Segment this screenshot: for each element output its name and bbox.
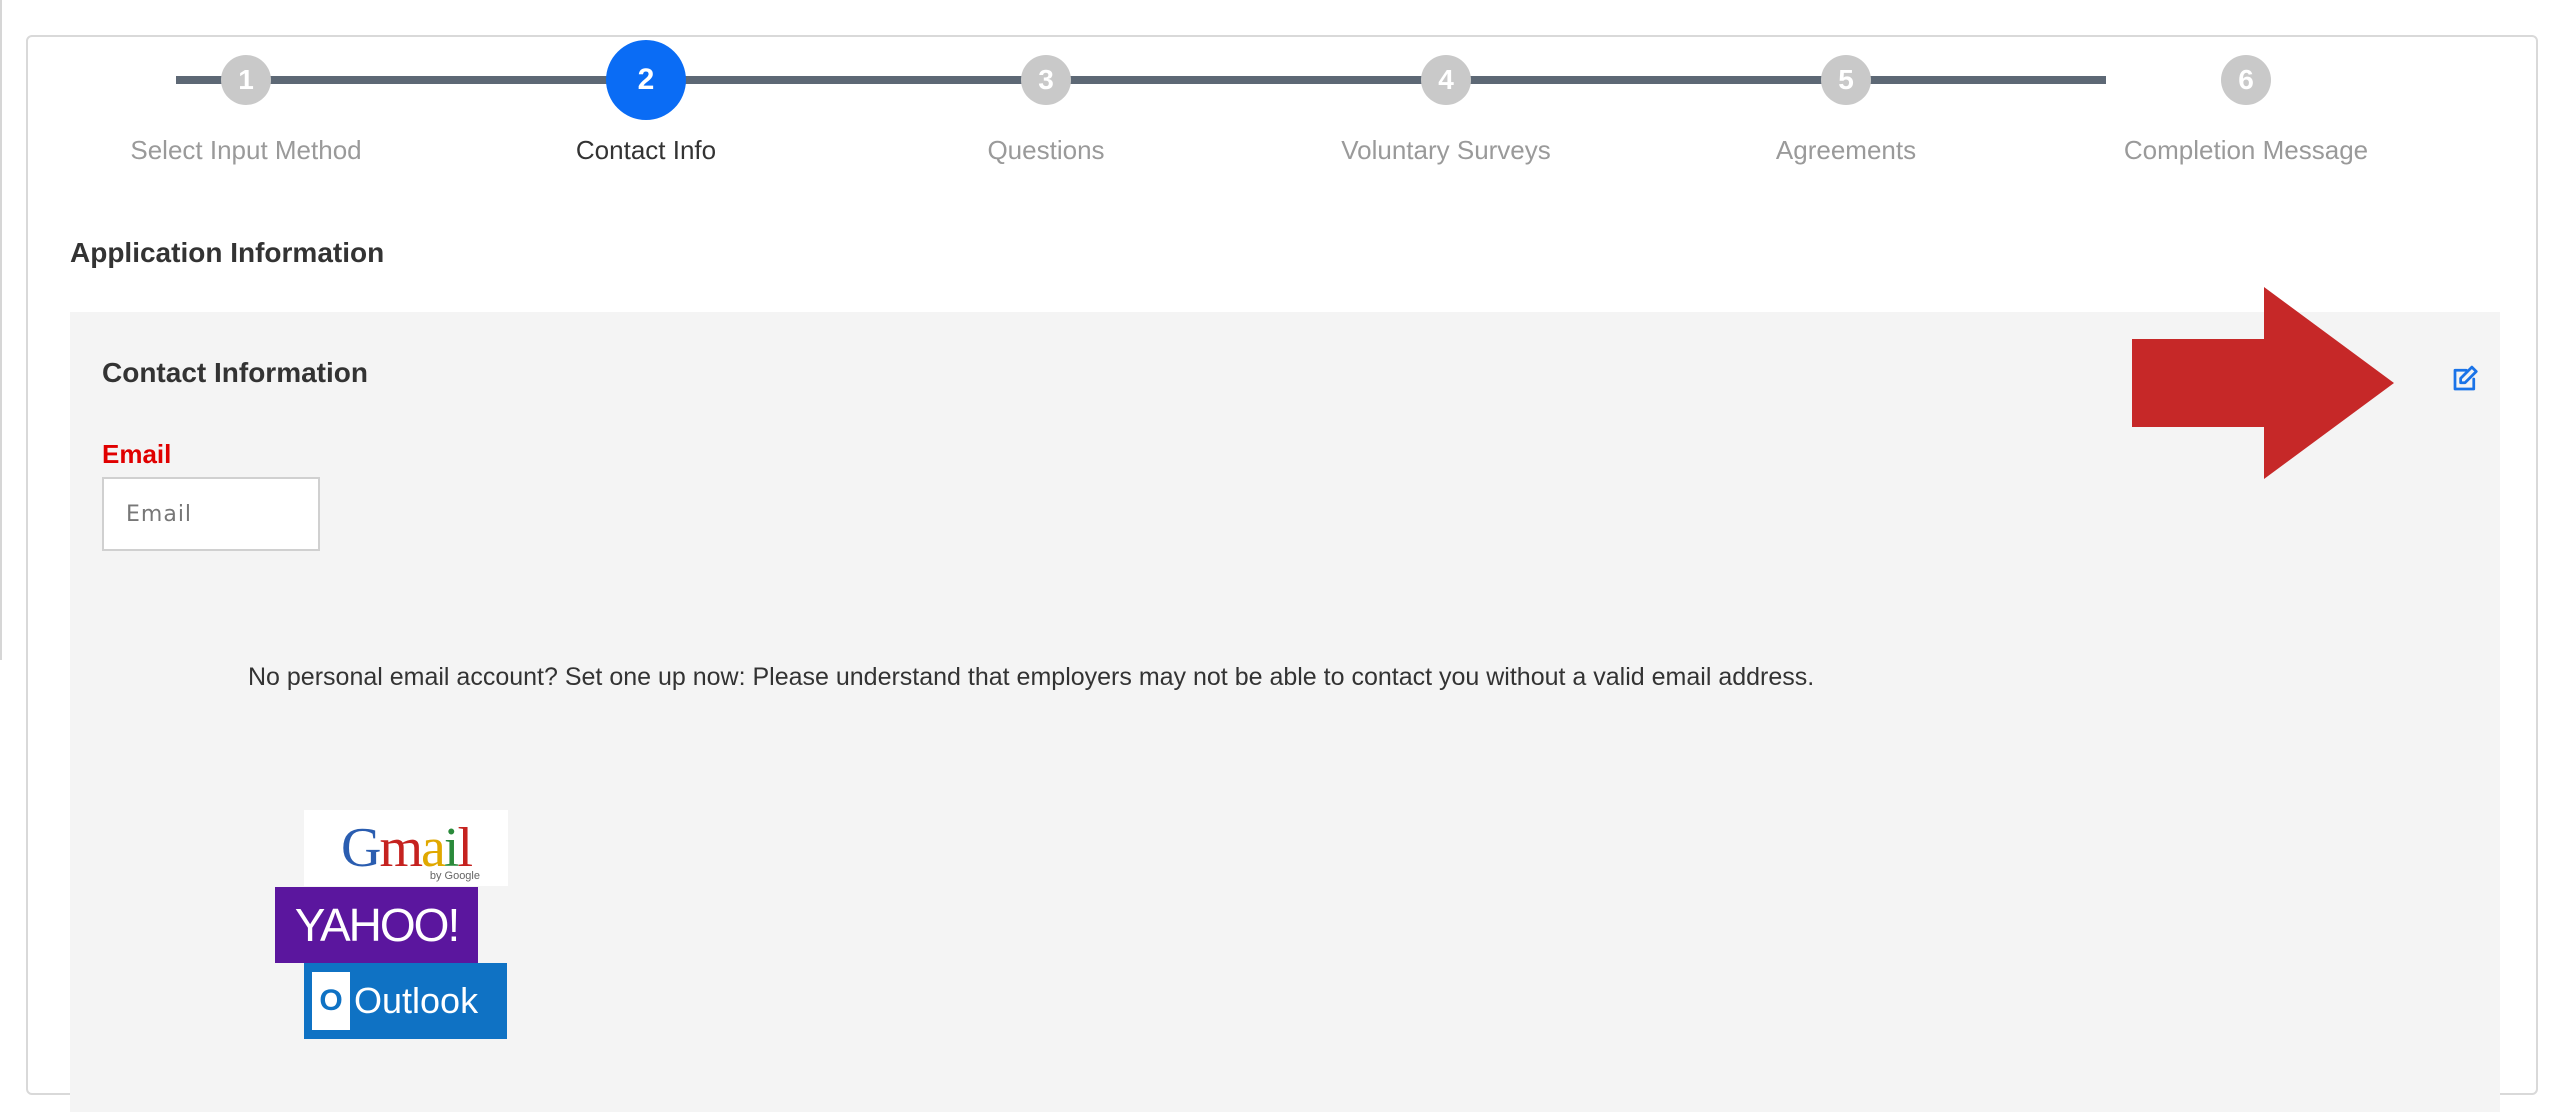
step-4-number: 4 [1438, 64, 1454, 95]
email-label: Email [102, 439, 172, 469]
yahoo-logo-text: YAHOO! [294, 899, 461, 951]
step-1-label[interactable]: Select Input Method [130, 135, 361, 166]
edit-icon[interactable] [2450, 364, 2480, 394]
progress-stepper: 1 Select Input Method 2 Contact Info 3 Q… [28, 37, 2536, 207]
stepper-connector [176, 76, 2106, 84]
step-6-circle[interactable]: 6 [2221, 55, 2271, 105]
step-2-label[interactable]: Contact Info [576, 135, 716, 166]
step-5-label[interactable]: Agreements [1776, 135, 1916, 166]
red-arrow-icon [2132, 287, 2394, 479]
gmail-logo[interactable]: Gmail by Google [304, 810, 508, 886]
step-4-circle[interactable]: 4 [1421, 55, 1471, 105]
step-6-label[interactable]: Completion Message [2124, 135, 2368, 166]
yahoo-logo[interactable]: YAHOO! [275, 887, 478, 963]
application-card: 1 Select Input Method 2 Contact Info 3 Q… [26, 35, 2538, 1112]
step-1-number: 1 [238, 64, 254, 95]
outlook-badge-letter: O [319, 984, 343, 1017]
no-email-notice: No personal email account? Set one up no… [248, 663, 1815, 691]
step-6-number: 6 [2238, 64, 2254, 95]
step-5-number: 5 [1838, 64, 1854, 95]
step-5-circle[interactable]: 5 [1821, 55, 1871, 105]
application-information-heading: Application Information [70, 237, 385, 268]
step-3-label[interactable]: Questions [987, 135, 1104, 166]
email-field[interactable] [102, 477, 320, 551]
step-4-label[interactable]: Voluntary Surveys [1341, 135, 1551, 166]
step-1-circle[interactable]: 1 [221, 55, 271, 105]
outlook-badge-icon: O [312, 972, 350, 1030]
step-2-number: 2 [637, 63, 655, 96]
contact-information-heading: Contact Information [102, 357, 368, 388]
page-left-border [0, 0, 2, 660]
step-2-circle[interactable]: 2 [606, 40, 686, 120]
outlook-logo[interactable]: O Outlook [304, 963, 507, 1039]
gmail-logo-sub: by Google [429, 870, 480, 882]
step-3-number: 3 [1038, 64, 1054, 95]
step-3-circle[interactable]: 3 [1021, 55, 1071, 105]
outlook-logo-text: Outlook [354, 980, 479, 1021]
